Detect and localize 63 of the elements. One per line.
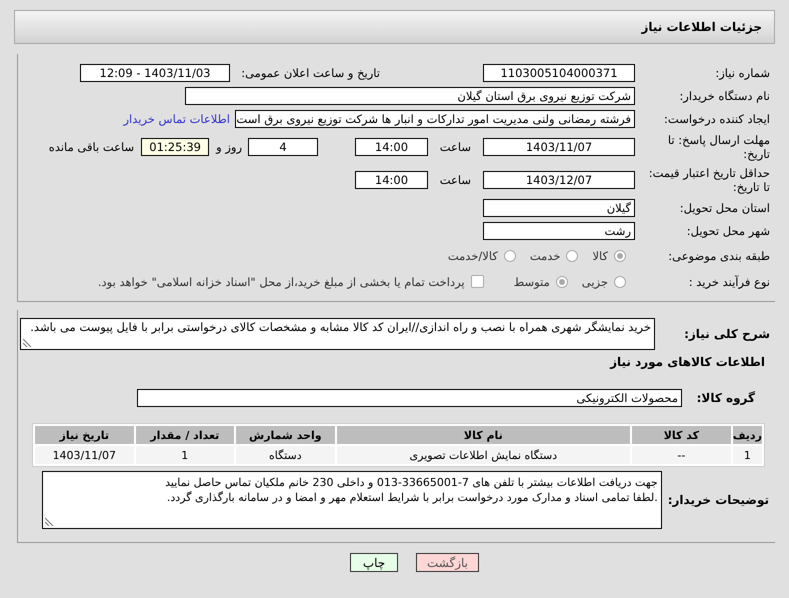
field-label: تاریخ و ساعت اعلان عمومی: [240,66,380,80]
radio-button[interactable] [566,250,578,262]
field-label: ساعت باقی مانده [48,140,134,154]
field-label: شماره نیاز: [714,66,771,80]
input-field[interactable]: 1403/11/07 [483,138,635,156]
field-label: شرح کلی نیاز: [683,327,771,341]
input-field[interactable]: 4 [248,138,318,156]
field-label: حداقل تاریخ اعتبار قیمت: تا تاریخ: [648,166,771,194]
back-button[interactable]: بازگشت [416,553,479,572]
radio-button[interactable] [504,250,516,262]
radio-label: کالا/خدمت [448,248,498,262]
field-label: گروه کالا: [696,391,756,405]
field-label: شهر محل تحویل: [686,224,771,238]
page-header: جزئیات اطلاعات نیاز [14,10,775,44]
table-cell: 1 [732,446,762,464]
field-label: نوع فرآیند خرید : [688,274,771,288]
table-cell: دستگاه نمایش اطلاعات تصویری [336,446,630,464]
input-field[interactable]: محصولات الکترونیکی [137,389,682,407]
table-cell: 1403/11/07 [35,446,134,464]
checkbox[interactable] [470,275,484,288]
field-label: ایجاد کننده درخواست: [663,112,771,126]
radio-label: متوسط [514,274,550,288]
notes-textarea[interactable]: جهت دریافت اطلاعات بیشتر با تلفن های 7-33665001-013 و داخلی 230 خانم ملکیان تماس حاصل نمایید .لطفا تمامی اسناد و مدارک مورد درخواست برابر با شرایط استعلام مهر و امضا و در سامانه بارگذاری گردد. [42,471,662,529]
field-label: روز و [216,140,242,154]
radio-label: جزیی [582,274,608,288]
field-label: طبقه بندی موضوعی: [667,248,771,262]
radio-button[interactable] [556,276,568,288]
input-field[interactable]: گیلان [483,199,635,217]
field-label: توضیحات خریدار: [668,493,770,507]
input-field[interactable]: رشت [483,222,635,240]
column-header: واحد شمارش [236,426,335,444]
resize-grip-icon[interactable] [23,338,32,347]
field-label: ساعت [438,173,471,187]
field-label: نام دستگاه خریدار: [678,89,771,103]
table-cell: -- [632,446,731,464]
column-header: ردیف [732,426,762,444]
column-header: تاریخ نیاز [35,426,134,444]
radio-label: خدمت [530,248,560,262]
input-field[interactable]: 1403/11/03 - 12:09 [80,64,230,82]
description-textarea[interactable]: خرید نمایشگر شهری همراه با نصب و راه اندازی//ایران کد کالا مشابه و مشخصات کالای درخواستی برابر با فایل پیوست می باشد. [20,318,655,350]
checkbox-label: پرداخت تمام یا بخشی از مبلغ خرید،از محل "اسناد خزانه اسلامی" خواهد بود. [98,274,465,288]
input-field[interactable]: 1103005104000371 [483,64,635,82]
field-label: استان محل تحویل: [678,201,771,215]
section-heading: اطلاعات کالاهای مورد نیاز [610,355,766,369]
input-field[interactable]: 14:00 [355,138,428,156]
column-header: تعداد / مقدار [136,426,234,444]
buyer-contact-link[interactable]: اطلاعات تماس خریدار [123,112,230,126]
radio-label: کالا [592,248,608,262]
radio-button[interactable] [614,250,626,262]
countdown-field: 01:25:39 [141,138,210,156]
field-label: مهلت ارسال پاسخ: تا تاریخ: [666,133,771,161]
column-header: کد کالا [632,426,731,444]
print-button[interactable]: چاپ [350,553,398,572]
input-field[interactable]: 14:00 [355,171,428,189]
table-cell: 1 [136,446,234,464]
radio-button[interactable] [614,276,626,288]
column-header: نام کالا [336,426,630,444]
table-cell: دستگاه [236,446,335,464]
input-field[interactable]: فرشته رمضانی ولنی مدیریت امور تدارکات و انبار ها شرکت توزیع نیروی برق است [235,110,635,128]
field-label: ساعت [438,140,471,154]
input-field[interactable]: 1403/12/07 [483,171,635,189]
input-field[interactable]: شرکت توزیع نیروی برق استان گیلان [185,87,635,105]
resize-grip-icon[interactable] [44,517,54,526]
